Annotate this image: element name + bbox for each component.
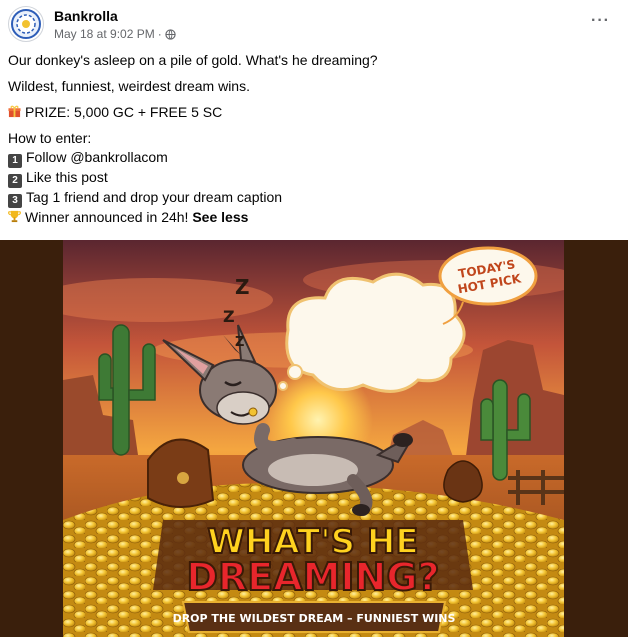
winner-line: Winner announced in 24h! See less — [8, 208, 608, 227]
step-item: 2 Like this post — [8, 168, 608, 188]
saddle-bag — [147, 438, 215, 509]
facebook-post: Bankrolla May 18 at 9:02 PM · ··· Our do… — [0, 0, 628, 637]
step-text: Follow @bankrollacom — [26, 149, 168, 165]
page-name[interactable]: Bankrolla — [54, 8, 118, 24]
step-text: Tag 1 friend and drop your dream caption — [26, 189, 283, 205]
step-item: 1 Follow @bankrollacom — [8, 148, 608, 168]
prize-text: PRIZE: 5,000 GC + FREE 5 SC — [25, 104, 223, 120]
step-item: 3 Tag 1 friend and drop your dream captio… — [8, 188, 608, 208]
how-to-heading: How to enter: — [8, 130, 92, 146]
post-text-line: Wildest, funniest, weirdest dream wins. — [8, 78, 250, 94]
prize-line: PRIZE: 5,000 GC + FREE 5 SC — [8, 103, 608, 122]
step-text: Like this post — [26, 169, 108, 185]
globe-icon — [165, 28, 176, 40]
post-meta: May 18 at 9:02 PM · — [54, 27, 176, 41]
post-text-line: Our donkey's asleep on a pile of gold. W… — [8, 52, 378, 68]
title-line-2: DREAMING? — [186, 555, 439, 599]
keycap-3-icon: 3 — [8, 194, 22, 208]
sleep-z-2: Z — [223, 307, 235, 326]
trophy-icon — [8, 210, 21, 223]
keycap-1-icon: 1 — [8, 154, 22, 168]
title-sign: WHAT'S HE DREAMING? — [153, 520, 473, 600]
see-less-link[interactable]: See less — [192, 209, 248, 225]
bankrolla-logo-icon — [11, 9, 41, 39]
post-header: Bankrolla May 18 at 9:02 PM · ··· — [8, 6, 620, 46]
post-body: Our donkey's asleep on a pile of gold. W… — [8, 51, 608, 227]
page-avatar[interactable] — [8, 6, 44, 42]
winner-text: Winner announced in 24h! — [25, 209, 189, 225]
more-options-icon[interactable]: ··· — [591, 12, 610, 30]
post-image-container[interactable]: Z Z Z TODAY'S HOT PICK WHAT'S HE DREAMIN… — [0, 240, 628, 637]
banner-text: DROP THE WILDEST DREAM – FUNNIEST WINS — [173, 612, 456, 625]
keycap-2-icon: 2 — [8, 174, 22, 188]
post-timestamp[interactable]: May 18 at 9:02 PM — [54, 27, 155, 41]
bottom-banner: DROP THE WILDEST DREAM – FUNNIEST WINS — [173, 601, 456, 633]
gift-icon — [8, 105, 21, 118]
coin-sack — [443, 460, 483, 503]
sleep-z-3: Z — [235, 335, 244, 350]
post-image[interactable]: Z Z Z TODAY'S HOT PICK WHAT'S HE DREAMIN… — [63, 240, 564, 637]
sleep-z-1: Z — [235, 275, 250, 299]
meta-separator: · — [157, 27, 162, 41]
